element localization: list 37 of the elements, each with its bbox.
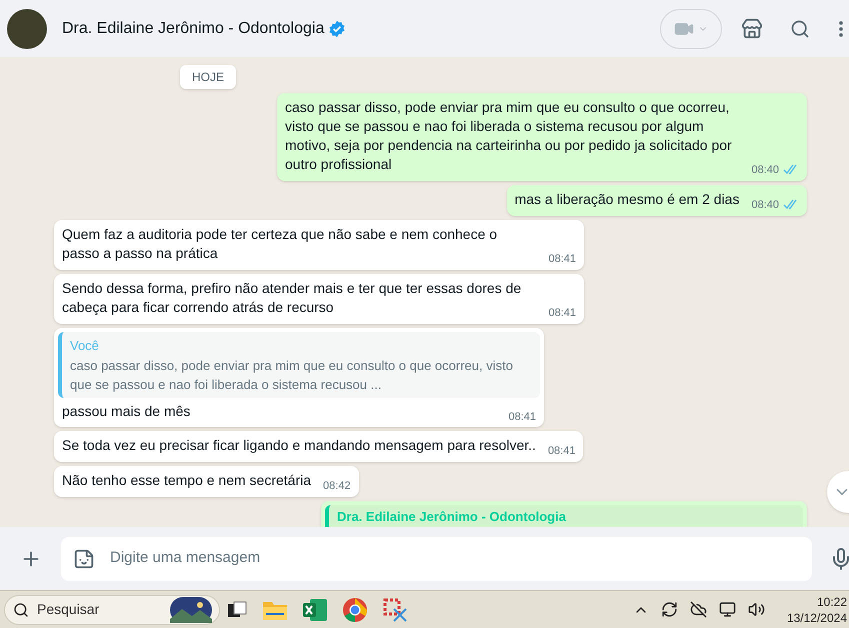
search-placeholder: Pesquisar: [37, 600, 100, 619]
sync-icon[interactable]: [660, 601, 678, 618]
clock[interactable]: 10:22 13/12/2024: [786, 594, 847, 626]
menu-icon: [839, 20, 843, 36]
speaker-icon[interactable]: [748, 601, 765, 618]
message-field[interactable]: Digite uma mensagem: [61, 536, 812, 580]
cloud-off-icon[interactable]: [690, 601, 707, 618]
clock-date: 13/12/2024: [786, 610, 847, 626]
contact-name[interactable]: Dra. Edilaine Jerônimo - Odontologia: [62, 16, 324, 40]
message-input[interactable]: Digite uma mensagem: [110, 547, 800, 570]
message-text: Não tenho esse tempo e nem secretária: [62, 471, 312, 490]
clock-time: 10:22: [816, 594, 847, 610]
date-chip: HOJE: [180, 65, 236, 89]
snipping-tool-icon[interactable]: [382, 596, 408, 622]
message-text: passou mais de mês: [62, 402, 190, 421]
message-text: Se toda vez eu precisar ficar ligando e mandando mensagem para resolver..: [62, 436, 536, 455]
message-time: 08:41: [508, 410, 536, 424]
quote-author: Você: [70, 337, 100, 355]
message-text: mas a liberação mesmo é em 2 dias: [514, 190, 740, 209]
network-icon[interactable]: [718, 601, 736, 618]
message-time: 08:41: [548, 444, 576, 458]
quote-text: caso passar disso, pode enviar pra mim que eu consulto o que ocorreu, visto que se passou e nao foi liberada o sistema recusou ...: [70, 357, 514, 394]
message-time: 08:41: [548, 252, 576, 266]
browser-icon[interactable]: [342, 596, 368, 622]
quoted-message[interactable]: Você caso passar disso, pode enviar pra mim que eu consulto o que ocorreu, visto que se passou e nao foi liberada o sistema recusou ...: [58, 332, 540, 398]
message-time: 08:40: [751, 198, 779, 212]
search-icon: [13, 602, 29, 618]
sticker-icon[interactable]: [73, 548, 95, 570]
avatar[interactable]: [7, 8, 47, 48]
message-text: caso passar disso, pode enviar pra mim que eu consulto o que ocorreu, visto que se passou e nao foi liberada o sistema recusou por algum motivo, seja por pendencia na carteirinha ou por pedido ja solicitado por outro profissional: [285, 98, 733, 174]
message-time: 08:42: [323, 478, 351, 494]
message-time: 08:40: [751, 162, 779, 178]
message-text: Quem faz a auditoria pode ter certeza que não sabe e nem conhece o passo a passo na prática: [62, 225, 498, 263]
message-time: 08:41: [548, 306, 576, 320]
message-text: Sendo dessa forma, prefiro não atender mais e ter que ter essas dores de cabeça para ficar correndo atrás de recurso: [62, 279, 522, 317]
spreadsheet-icon[interactable]: [302, 598, 328, 622]
quote-author: Dra. Edilaine Jerônimo - Odontologia: [337, 509, 566, 524]
